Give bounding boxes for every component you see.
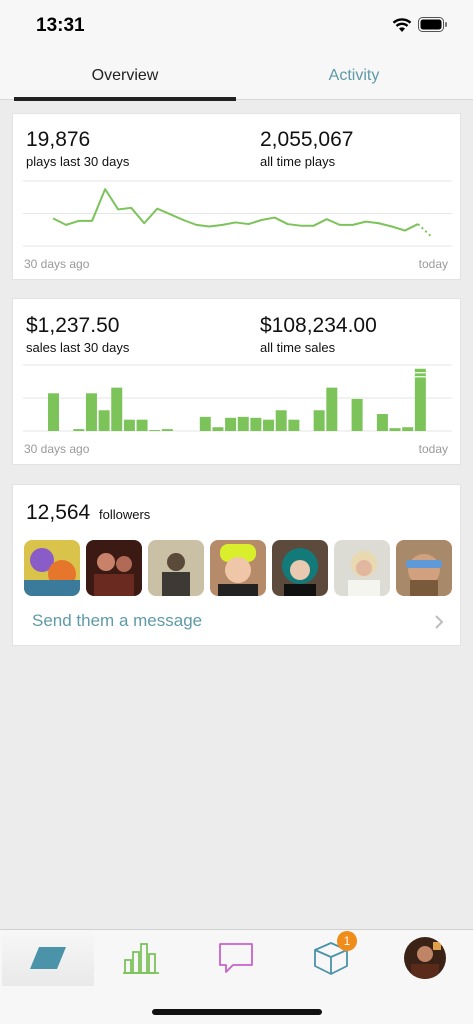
sales-bar: [288, 419, 300, 431]
sales-all-time-value: $108,234.00: [260, 314, 377, 337]
status-time: 13:31: [36, 15, 85, 36]
sales-last-30-value: $1,237.50: [26, 314, 120, 337]
sales-bar: [402, 427, 414, 431]
tab-bar-profile[interactable]: [379, 930, 471, 986]
plays-last-30-value: 19,876: [26, 128, 91, 151]
sales-bar: [111, 387, 123, 431]
sales-all-time-label: all time sales: [260, 340, 336, 355]
plays-card[interactable]: 19,876 plays last 30 days 2,055,067 all …: [12, 113, 461, 280]
active-tab-indicator: [14, 97, 236, 101]
sales-bar: [313, 410, 325, 431]
follower-avatar[interactable]: [272, 540, 328, 596]
sales-last-30-label: sales last 30 days: [26, 340, 130, 355]
sales-bar: [136, 419, 148, 431]
profile-avatar: [404, 937, 446, 979]
sales-bar: [98, 410, 110, 431]
sales-bar: [376, 414, 388, 431]
follower-avatars: [24, 540, 452, 596]
tab-bar-orders[interactable]: 1: [285, 930, 377, 986]
sales-bar: [73, 429, 85, 431]
follower-avatar[interactable]: [396, 540, 452, 596]
sales-bar: [275, 410, 287, 431]
sales-bar: [199, 416, 211, 431]
followers-card: 12,564 followers Send them a message: [12, 484, 461, 646]
tab-bar-messages[interactable]: [190, 930, 282, 986]
sales-axis-start: 30 days ago: [24, 442, 90, 456]
send-message-row[interactable]: Send them a message: [13, 607, 462, 637]
sales-card[interactable]: $1,237.50 sales last 30 days $108,234.00…: [12, 298, 461, 465]
plays-series-line: [52, 188, 419, 232]
sales-bar-chart: [23, 364, 452, 432]
tab-bar-home[interactable]: [2, 930, 94, 986]
sales-bar: [389, 428, 401, 431]
sales-bar: [263, 419, 275, 431]
tab-bar-stats[interactable]: [96, 930, 188, 986]
sales-bar: [351, 398, 363, 431]
plays-axis-end: today: [418, 257, 448, 271]
sales-bar: [237, 416, 249, 431]
sales-axis-end: today: [418, 442, 448, 456]
sales-bar: [326, 387, 338, 431]
plays-axis-start: 30 days ago: [24, 257, 90, 271]
plays-last-30-label: plays last 30 days: [26, 154, 130, 169]
follower-avatar[interactable]: [148, 540, 204, 596]
sales-bar: [414, 368, 426, 431]
sales-bar: [123, 419, 135, 431]
home-indicator: [152, 1009, 322, 1015]
battery-icon: [418, 17, 447, 32]
tab-overview[interactable]: Overview: [14, 52, 236, 100]
sales-bar: [212, 427, 224, 431]
follower-avatar[interactable]: [334, 540, 390, 596]
stats-icon: [123, 943, 159, 974]
plays-all-time-value: 2,055,067: [260, 128, 354, 151]
home-icon: [30, 947, 66, 969]
follower-avatar[interactable]: [24, 540, 80, 596]
follower-avatar[interactable]: [86, 540, 142, 596]
plays-all-time-label: all time plays: [260, 154, 336, 169]
followers-label: followers: [99, 507, 151, 522]
messages-icon: [219, 943, 253, 973]
status-bar: 13:31: [0, 0, 473, 52]
sales-bar: [250, 417, 262, 431]
send-message-link[interactable]: Send them a message: [32, 611, 202, 631]
sales-bar: [48, 393, 59, 431]
sales-bar: [85, 393, 97, 431]
followers-count: 12,564: [26, 501, 91, 524]
sales-bar: [161, 429, 173, 431]
wifi-icon: [392, 18, 412, 32]
sales-bar: [225, 417, 237, 431]
tab-activity[interactable]: Activity: [236, 52, 472, 100]
top-tabs: Overview Activity: [0, 52, 473, 101]
follower-avatar[interactable]: [210, 540, 266, 596]
plays-line-chart: [23, 180, 452, 247]
orders-badge: 1: [337, 931, 357, 951]
sales-bar: [149, 430, 161, 431]
chevron-right-icon: [435, 615, 444, 629]
plays-series-projection: [417, 223, 432, 237]
